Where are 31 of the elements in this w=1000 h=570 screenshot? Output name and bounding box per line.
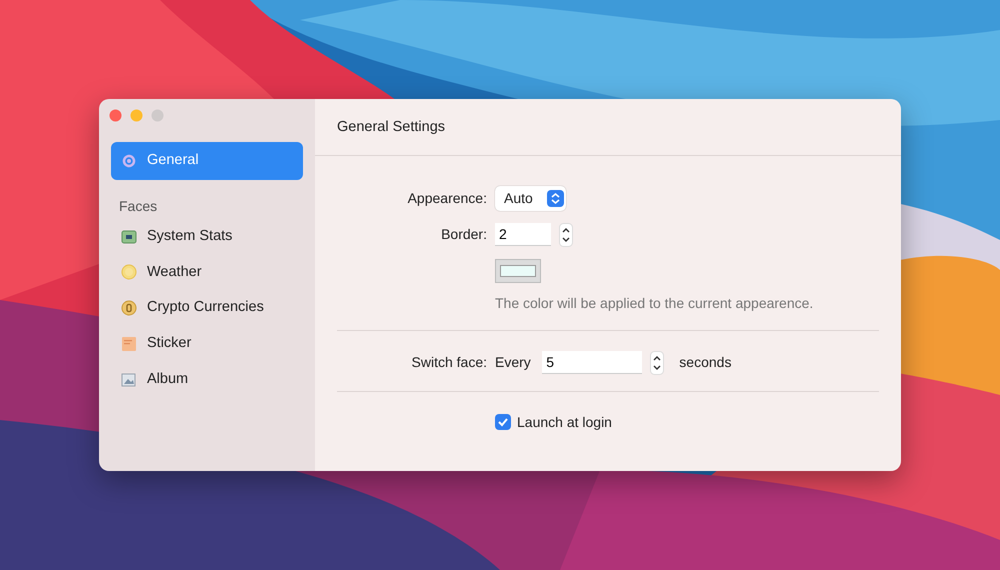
sidebar-item[interactable]: Album <box>111 362 303 398</box>
field-label: Appearence: <box>408 190 487 206</box>
field-label: Border: <box>441 226 487 242</box>
sidebar-item[interactable]: Sticker <box>111 326 303 362</box>
hint-text: The color will be applied to the current appearence. <box>495 294 814 313</box>
sidebar-item[interactable]: Weather <box>111 254 303 290</box>
suffix-text: seconds <box>679 353 732 372</box>
sidebar-item[interactable]: Crypto Currencies <box>111 290 303 326</box>
coin-icon <box>121 300 137 316</box>
note-icon <box>121 336 137 352</box>
photo-icon <box>121 372 137 388</box>
checkmark-icon <box>497 416 509 428</box>
section-label: Faces <box>118 196 158 216</box>
sidebar-item[interactable]: System Stats <box>111 218 303 254</box>
chevron-icon <box>546 190 564 207</box>
number-field[interactable]: 2 <box>495 223 551 246</box>
stepper-icon[interactable] <box>650 350 664 375</box>
stepper-icon[interactable] <box>559 222 573 247</box>
prefix-text: Every <box>495 353 531 372</box>
field-label: Switch face: <box>412 354 487 370</box>
color-well[interactable] <box>495 258 541 283</box>
sun-icon <box>121 264 137 280</box>
popup-button[interactable]: Auto <box>495 186 566 211</box>
checkbox-label: Launch at login <box>517 412 612 432</box>
close-icon[interactable] <box>109 109 122 122</box>
chip-icon <box>121 228 137 245</box>
number-field[interactable]: 5 <box>542 351 642 374</box>
window-title: General Settings <box>337 119 446 135</box>
checkbox[interactable] <box>495 414 511 430</box>
sidebar-item[interactable]: General <box>111 142 303 180</box>
zoom-icon <box>151 109 164 122</box>
